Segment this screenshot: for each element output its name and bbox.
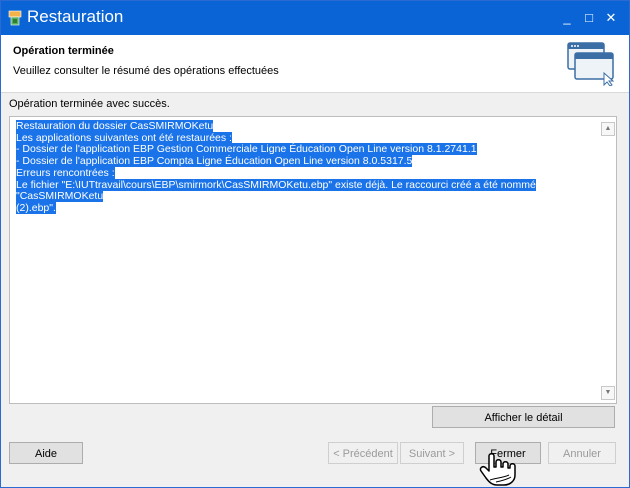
summary-textarea[interactable]: Restauration du dossier CasSMIRMOKetu Le… <box>9 116 617 404</box>
window-title: Restauration <box>27 7 124 26</box>
summary-text: Restauration du dossier CasSMIRMOKetu Le… <box>16 120 596 215</box>
scroll-up-icon[interactable]: ▲ <box>601 122 615 136</box>
minimize-button[interactable]: _ <box>556 7 578 29</box>
cancel-button[interactable]: Annuler <box>548 442 616 464</box>
app-icon <box>8 10 22 26</box>
header-subtitle: Veuillez consulter le résumé des opérati… <box>13 65 279 77</box>
help-button[interactable]: Aide <box>9 442 83 464</box>
summary-line: Restauration du dossier CasSMIRMOKetu <box>16 120 214 132</box>
summary-line: (2).ebp". <box>16 201 56 214</box>
title-bar[interactable]: Restauration _ □ ✕ <box>1 1 629 35</box>
header-title: Opération terminée <box>13 45 114 57</box>
maximize-button[interactable]: □ <box>578 7 600 29</box>
hand-cursor-icon <box>479 453 516 486</box>
summary-line: - Dossier de l'application EBP Compta Li… <box>16 155 413 168</box>
previous-button[interactable]: < Précédent <box>328 442 398 464</box>
show-details-button[interactable]: Afficher le détail <box>432 406 615 428</box>
summary-line: Erreurs rencontrées : <box>16 166 115 179</box>
wizard-header: Opération terminée Veuillez consulter le… <box>1 35 629 93</box>
status-message: Opération terminée avec succès. <box>9 98 170 110</box>
summary-line: - Dossier de l'application EBP Gestion C… <box>16 143 477 156</box>
close-window-button[interactable]: ✕ <box>600 7 622 29</box>
windows-illustration-icon <box>567 42 615 86</box>
summary-line: Les applications suivantes ont été resta… <box>16 131 232 144</box>
summary-line: Le fichier "E:\IUTtravail\cours\EBP\smir… <box>16 178 536 203</box>
vertical-scrollbar[interactable]: ▲ ▼ <box>600 118 615 402</box>
scroll-down-icon[interactable]: ▼ <box>601 386 615 400</box>
restore-dialog: Restauration _ □ ✕ Opération terminée Ve… <box>0 0 630 488</box>
next-button[interactable]: Suivant > <box>400 442 464 464</box>
